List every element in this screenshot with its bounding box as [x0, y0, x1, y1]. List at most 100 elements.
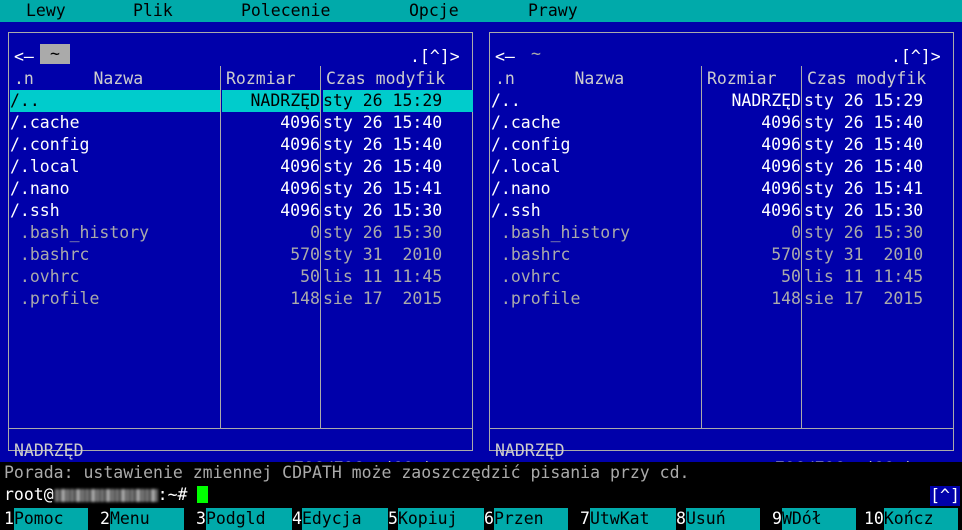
- table-row[interactable]: /.local 4096 sty 26 15:40: [491, 156, 953, 178]
- menu-item-polecenie[interactable]: Polecenie: [241, 0, 330, 22]
- file-name: .bash_history: [491, 223, 631, 242]
- function-key-f4[interactable]: 4Edycja: [292, 508, 388, 530]
- menu-item-lewy[interactable]: Lewy: [26, 0, 66, 22]
- menu-item-prawy[interactable]: Prawy: [528, 0, 578, 22]
- function-key-number: 10: [864, 509, 884, 528]
- function-key-label: Podgld: [205, 508, 292, 530]
- function-key-label: Edycja: [301, 508, 388, 530]
- panel-status-separator: [9, 428, 472, 429]
- function-key-label: Kończ: [883, 508, 958, 530]
- left-file-panel[interactable]: <— .[^]> ~ .n Nazwa Rozmiar Czas modyfik…: [0, 22, 481, 480]
- file-mtime: sty 26 15:30: [323, 201, 443, 220]
- file-mtime: sty 26 15:40: [323, 135, 443, 154]
- table-row[interactable]: /.config 4096 sty 26 15:40: [10, 134, 472, 156]
- file-size: 148: [771, 289, 801, 308]
- function-key-f10[interactable]: 10Kończ: [864, 508, 958, 530]
- function-key-label: UtwKat: [589, 508, 676, 530]
- table-row[interactable]: /.cache 4096 sty 26 15:40: [491, 112, 953, 134]
- table-row[interactable]: /.cache 4096 sty 26 15:40: [10, 112, 472, 134]
- hide-panels-button[interactable]: [^]: [930, 486, 960, 506]
- function-key-label: Kopiuj: [397, 508, 484, 530]
- file-mtime: sty 26 15:40: [804, 157, 924, 176]
- scroll-left-icon[interactable]: <—: [495, 46, 515, 68]
- file-name: /.local: [10, 157, 80, 176]
- file-mtime: sie 17 2015: [323, 289, 443, 308]
- table-row[interactable]: .bash_history 0 sty 26 15:30: [10, 222, 472, 244]
- function-key-label: WDół: [781, 508, 856, 530]
- file-mtime: sie 17 2015: [804, 289, 924, 308]
- file-mtime: sty 26 15:40: [804, 135, 924, 154]
- function-key-f7[interactable]: 7UtwKat: [580, 508, 676, 530]
- file-size: 4096: [280, 135, 320, 154]
- file-size: 4096: [761, 113, 801, 132]
- table-row[interactable]: .bash_history 0 sty 26 15:30: [491, 222, 953, 244]
- menu-item-plik[interactable]: Plik: [133, 0, 173, 22]
- function-key-f2[interactable]: 2Menu: [100, 508, 184, 530]
- panel-frame-top: [8, 32, 473, 33]
- function-key-number: 3: [196, 509, 206, 528]
- function-key-f3[interactable]: 3Podgld: [196, 508, 292, 530]
- panel-frame-left: [8, 32, 9, 451]
- table-row[interactable]: /.ssh 4096 sty 26 15:30: [10, 200, 472, 222]
- file-name: .bash_history: [10, 223, 150, 242]
- left-file-list[interactable]: /.. NADRZĘD sty 26 15:29/.cache 4096 sty 26 …: [10, 90, 473, 310]
- right-column-header-mtime[interactable]: Czas modyfik: [807, 68, 926, 90]
- scroll-left-icon[interactable]: <—: [14, 46, 34, 68]
- table-row[interactable]: /.ssh 4096 sty 26 15:30: [491, 200, 953, 222]
- left-column-header-mtime[interactable]: Czas modyfik: [326, 68, 445, 90]
- function-key-f1[interactable]: 1Pomoc: [4, 508, 88, 530]
- table-row[interactable]: .profile 148 sie 17 2015: [491, 288, 953, 310]
- function-key-bar: 1Pomoc 2Menu 3Podgld 4Edycja 5Kopiuj 6Przen 7U…: [0, 508, 962, 530]
- shell-prompt-line[interactable]: root@ :~#: [0, 484, 962, 506]
- function-key-label: Przen: [493, 508, 568, 530]
- table-row[interactable]: .ovhrc 50 lis 11 11:45: [491, 266, 953, 288]
- left-column-header-name[interactable]: .n Nazwa: [14, 68, 143, 90]
- prompt-path: :~#: [157, 485, 188, 504]
- file-mtime: sty 31 2010: [323, 245, 443, 264]
- file-name: /.ssh: [10, 201, 60, 220]
- right-file-panel[interactable]: <— .[^]> ~ .n Nazwa Rozmiar Czas modyfik…: [481, 22, 962, 480]
- file-name: /.cache: [491, 113, 561, 132]
- scroll-right-icon[interactable]: .[^]>: [410, 46, 460, 68]
- prompt-hostname-redacted: [53, 489, 158, 502]
- table-row[interactable]: /.config 4096 sty 26 15:40: [491, 134, 953, 156]
- right-column-header-size[interactable]: Rozmiar: [707, 68, 777, 90]
- text-cursor: [197, 486, 209, 503]
- function-key-f5[interactable]: 5Kopiuj: [388, 508, 484, 530]
- table-row[interactable]: /.nano 4096 sty 26 15:41: [10, 178, 472, 200]
- scroll-right-icon[interactable]: .[^]>: [891, 46, 941, 68]
- file-mtime: sty 26 15:40: [323, 157, 443, 176]
- file-size: NADRZĘD: [731, 91, 801, 110]
- table-row[interactable]: .profile 148 sie 17 2015: [10, 288, 472, 310]
- right-column-header-name[interactable]: .n Nazwa: [495, 68, 624, 90]
- table-row[interactable]: .bashrc 570 sty 31 2010: [10, 244, 472, 266]
- file-mtime: sty 26 15:41: [323, 179, 443, 198]
- table-row[interactable]: /.local 4096 sty 26 15:40: [10, 156, 472, 178]
- left-column-header-size[interactable]: Rozmiar: [226, 68, 296, 90]
- hint-line: Porada: ustawienie zmiennej CDPATH może …: [0, 462, 962, 484]
- file-size: 4096: [761, 157, 801, 176]
- file-name: /.config: [10, 135, 90, 154]
- file-name: /.config: [491, 135, 571, 154]
- prompt-user: root@: [4, 485, 54, 504]
- function-key-f8[interactable]: 8Usuń: [676, 508, 760, 530]
- table-row[interactable]: /.. NADRZĘD sty 26 15:29: [491, 90, 953, 112]
- file-size: 570: [290, 245, 320, 264]
- file-mtime: sty 31 2010: [804, 245, 924, 264]
- table-row[interactable]: /.nano 4096 sty 26 15:41: [491, 178, 953, 200]
- right-panel-path-tab[interactable]: ~: [521, 44, 551, 64]
- table-row[interactable]: .bashrc 570 sty 31 2010: [491, 244, 953, 266]
- file-mtime: sty 26 15:30: [323, 223, 443, 242]
- function-key-f9[interactable]: 9WDół: [772, 508, 856, 530]
- menu-item-opcje[interactable]: Opcje: [409, 0, 459, 22]
- file-name: .ovhrc: [491, 267, 561, 286]
- left-panel-path-tab[interactable]: ~: [40, 44, 70, 64]
- table-row[interactable]: .ovhrc 50 lis 11 11:45: [10, 266, 472, 288]
- file-mtime: sty 26 15:29: [804, 91, 924, 110]
- right-file-list[interactable]: /.. NADRZĘD sty 26 15:29/.cache 4096 sty 26 …: [491, 90, 953, 310]
- file-size: 148: [290, 289, 320, 308]
- table-row[interactable]: /.. NADRZĘD sty 26 15:29: [10, 90, 473, 112]
- function-key-number: 2: [100, 509, 110, 528]
- function-key-f6[interactable]: 6Przen: [484, 508, 568, 530]
- file-mtime: lis 11 11:45: [804, 267, 924, 286]
